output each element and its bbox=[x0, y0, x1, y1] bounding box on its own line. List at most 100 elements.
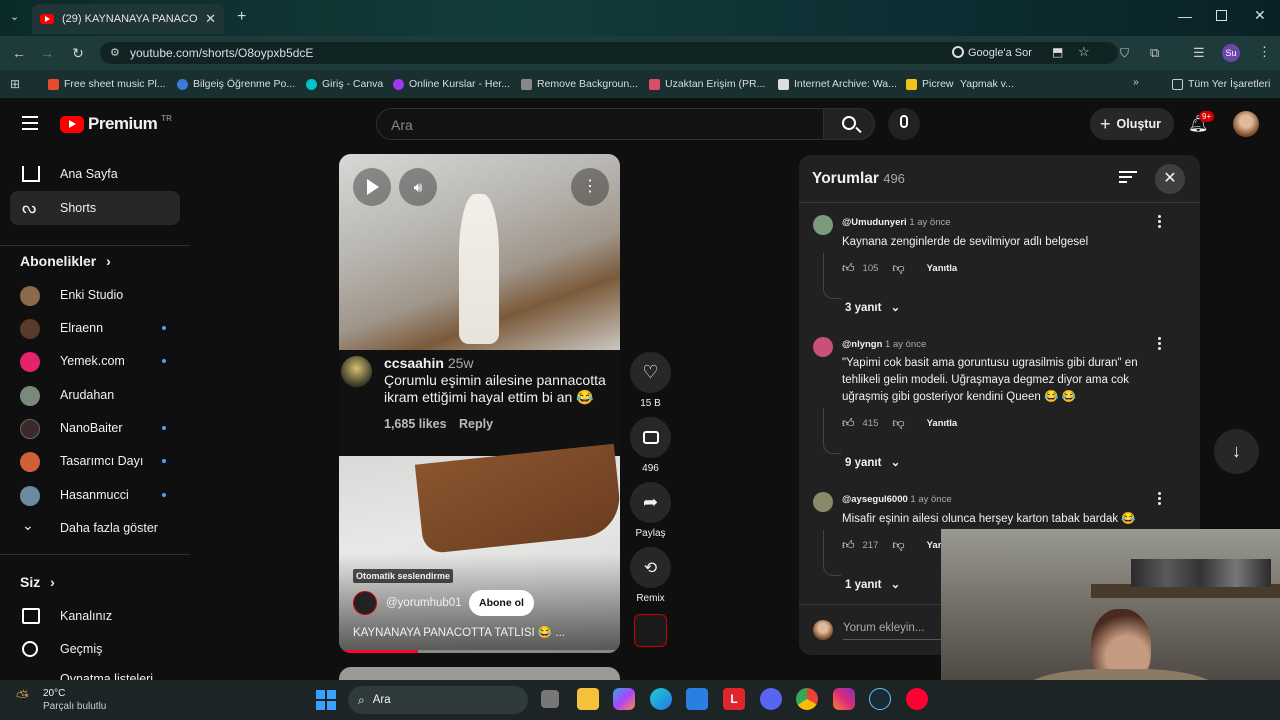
share-button[interactable]: ➦ bbox=[630, 482, 671, 523]
short-title[interactable]: KAYNANAYA PANACOTTA TATLISI 😂 ... bbox=[353, 625, 565, 639]
comment-action[interactable]: 496 bbox=[630, 417, 671, 474]
channel-avatar[interactable] bbox=[353, 591, 377, 615]
tab-list-chevron-icon[interactable]: ⌄ bbox=[10, 10, 19, 23]
site-info-icon[interactable]: ⚙ bbox=[110, 46, 120, 59]
instagram-icon[interactable] bbox=[833, 688, 855, 710]
short-video-player[interactable]: 🔊︎ ⋮ ccsaahin 25w Çorumlu eşimin ailesin… bbox=[339, 154, 620, 653]
channel-handle[interactable]: @yorumhub01 bbox=[386, 597, 462, 609]
sidebar-sub-1[interactable]: Elraenn bbox=[10, 311, 180, 345]
weather-temp[interactable]: 20°C bbox=[43, 688, 65, 699]
comment-menu-button[interactable] bbox=[1158, 337, 1162, 352]
chrome-icon[interactable] bbox=[796, 688, 818, 710]
next-short-preview[interactable] bbox=[339, 667, 620, 680]
progress-track[interactable] bbox=[339, 650, 620, 653]
hamburger-menu-icon[interactable] bbox=[22, 116, 38, 130]
bookmark-star-icon[interactable]: ☆ bbox=[1078, 44, 1090, 60]
avatar[interactable] bbox=[813, 337, 833, 357]
remix-action[interactable]: ⟲ Remix bbox=[630, 547, 671, 604]
app-l-icon[interactable]: L bbox=[723, 688, 745, 710]
discord-icon[interactable] bbox=[760, 688, 782, 710]
bookmark-0[interactable]: Free sheet music Pl... bbox=[48, 78, 166, 90]
view-replies-button[interactable]: 3 yanıt ⌄ bbox=[845, 300, 900, 314]
remix-button[interactable]: ⟲ bbox=[630, 547, 671, 588]
sidebar-sub-3[interactable]: Arudahan bbox=[10, 378, 180, 412]
thumbs-up-icon[interactable]: 👍︎ bbox=[842, 261, 855, 276]
minimize-button[interactable]: — bbox=[1178, 8, 1192, 24]
shield-extension-icon[interactable]: ⛉ bbox=[1120, 46, 1129, 61]
comment-author[interactable]: @Umudunyeri 1 ay önce bbox=[842, 217, 951, 228]
close-comments-button[interactable]: ✕ bbox=[1155, 164, 1185, 194]
new-tab-button[interactable]: + bbox=[237, 8, 246, 26]
sidebar-show-more[interactable]: ⌄ Daha fazla göster bbox=[10, 511, 180, 545]
task-view-icon[interactable] bbox=[541, 690, 559, 708]
bookmark-8[interactable]: Yapmak v... bbox=[960, 78, 1014, 90]
profile-avatar[interactable]: Su bbox=[1222, 44, 1240, 62]
sound-thumbnail[interactable] bbox=[634, 614, 667, 647]
thumbs-down-icon[interactable]: 👎︎ bbox=[892, 538, 904, 553]
comment-author[interactable]: @aysegul6000 1 ay önce bbox=[842, 494, 952, 505]
forward-arrow-icon[interactable]: → bbox=[33, 39, 61, 67]
thumbs-down-icon[interactable]: 👎︎ bbox=[892, 261, 904, 276]
close-window-button[interactable]: ✕ bbox=[1254, 7, 1266, 24]
back-arrow-icon[interactable]: ← bbox=[5, 39, 33, 67]
comments-button[interactable] bbox=[630, 417, 671, 458]
store-icon[interactable] bbox=[686, 688, 708, 710]
weather-icon[interactable]: ⛅︎ bbox=[16, 689, 29, 707]
bookmark-2[interactable]: Giriş - Canva bbox=[306, 78, 383, 90]
sidebar-item-playlists[interactable]: Oynatma listeleri bbox=[10, 665, 180, 680]
maximize-button[interactable] bbox=[1216, 10, 1227, 21]
avatar[interactable] bbox=[813, 215, 833, 235]
sidebar-item-history[interactable]: Geçmiş bbox=[10, 632, 180, 666]
file-explorer-icon[interactable] bbox=[577, 688, 599, 710]
extensions-puzzle-icon[interactable]: ⧉ bbox=[1150, 45, 1159, 61]
like-action[interactable]: ♡ 15 B bbox=[630, 352, 671, 409]
bookmark-6[interactable]: Internet Archive: Wa... bbox=[778, 78, 897, 90]
share-action[interactable]: ➦ Paylaş bbox=[630, 482, 671, 539]
browser-menu-icon[interactable]: ⋮ bbox=[1258, 44, 1271, 60]
taskbar-search[interactable]: ⌕ Ara bbox=[348, 686, 528, 714]
subscribe-button[interactable]: Abone ol bbox=[469, 590, 534, 616]
subscriptions-heading[interactable]: Abonelikler › bbox=[20, 253, 111, 269]
bookmark-5[interactable]: Uzaktan Erişim (PR... bbox=[649, 78, 765, 90]
search-button[interactable] bbox=[823, 108, 875, 140]
thumbs-down-icon[interactable]: 👎︎ bbox=[892, 416, 904, 431]
view-replies-button[interactable]: 1 yanıt ⌄ bbox=[845, 577, 900, 591]
create-button[interactable]: + Oluştur bbox=[1090, 108, 1174, 140]
apps-grid-icon[interactable]: ⊞ bbox=[10, 77, 20, 91]
weather-desc[interactable]: Parçalı bulutlu bbox=[43, 701, 106, 712]
sort-button[interactable] bbox=[1119, 171, 1137, 183]
thumbs-up-icon[interactable]: 👍︎ bbox=[842, 416, 855, 431]
install-app-icon[interactable]: ⬒ bbox=[1052, 45, 1063, 59]
steam-icon[interactable] bbox=[869, 688, 891, 710]
bookmark-1[interactable]: Bilgeiş Öğrenme Po... bbox=[177, 78, 295, 90]
bookmark-4[interactable]: Remove Backgroun... bbox=[521, 78, 638, 90]
view-replies-button[interactable]: 9 yanıt ⌄ bbox=[845, 455, 900, 469]
comment-author[interactable]: @nlyngn 1 ay önce bbox=[842, 339, 926, 350]
reading-list-icon[interactable]: ☰ bbox=[1193, 45, 1205, 61]
sidebar-sub-6[interactable]: Hasanmucci bbox=[10, 478, 180, 512]
google-ask-label[interactable]: Google'a Sor bbox=[968, 47, 1032, 59]
more-bookmarks-icon[interactable]: » bbox=[1133, 76, 1139, 88]
sidebar-sub-0[interactable]: Enki Studio bbox=[10, 278, 180, 312]
volume-button[interactable]: 🔊︎ bbox=[399, 168, 437, 206]
reply-button[interactable]: Yanıtla bbox=[927, 418, 958, 429]
sidebar-item-home[interactable]: Ana Sayfa bbox=[10, 157, 180, 191]
play-button[interactable] bbox=[353, 168, 391, 206]
sidebar-sub-4[interactable]: NanoBaiter bbox=[10, 411, 180, 445]
youtube-premium-logo[interactable]: Premium TR bbox=[60, 114, 172, 134]
avatar[interactable] bbox=[813, 492, 833, 512]
address-bar[interactable]: ⚙ youtube.com/shorts/O8oypxb5dcE Google'… bbox=[100, 42, 1118, 64]
tab-close-icon[interactable]: ✕ bbox=[205, 11, 216, 27]
all-bookmarks-folder[interactable]: Tüm Yer İşaretleri bbox=[1172, 78, 1270, 90]
edge-icon[interactable] bbox=[650, 688, 672, 710]
reload-icon[interactable]: ↻ bbox=[64, 39, 92, 67]
youtube-app-icon[interactable] bbox=[906, 688, 928, 710]
browser-tab-active[interactable]: (29) KAYNANAYA PANACOTTA ✕ bbox=[32, 4, 224, 34]
account-avatar[interactable] bbox=[1233, 111, 1259, 137]
thumbs-up-icon[interactable]: 👍︎ bbox=[842, 538, 855, 553]
comment-menu-button[interactable] bbox=[1158, 215, 1162, 230]
comment-menu-button[interactable] bbox=[1158, 492, 1162, 507]
next-short-button[interactable]: ↓ bbox=[1214, 429, 1259, 474]
copilot-icon[interactable] bbox=[613, 688, 635, 710]
voice-search-button[interactable] bbox=[888, 108, 920, 140]
